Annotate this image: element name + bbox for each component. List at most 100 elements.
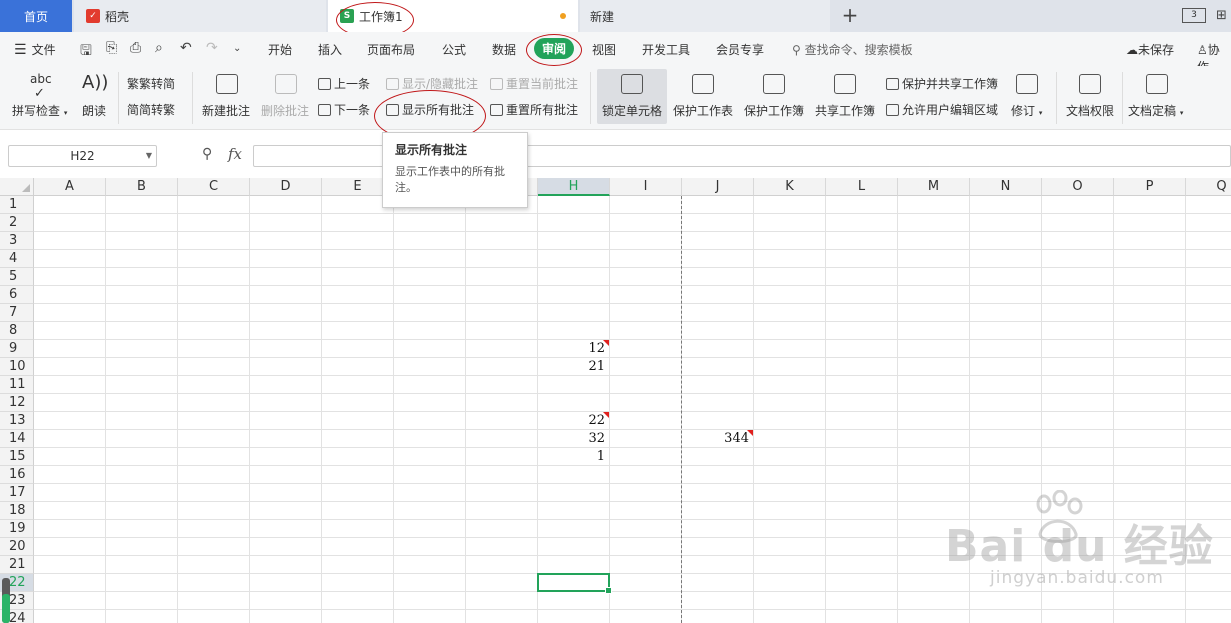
column-header-b[interactable]: B: [106, 178, 178, 196]
column-header-j[interactable]: J: [682, 178, 754, 196]
row-header-6[interactable]: 6: [0, 286, 34, 304]
redo-icon[interactable]: ↷: [206, 40, 218, 56]
tab-daoke[interactable]: ✓ 稻壳: [74, 0, 326, 32]
scroll-handle-active[interactable]: [2, 594, 10, 623]
row-header-19[interactable]: 19: [0, 520, 34, 538]
tab-new[interactable]: 新建: [580, 0, 830, 32]
allow-edit-ranges-button[interactable]: 允许用户编辑区域: [886, 101, 998, 118]
delete-comment-button[interactable]: 删除批注: [261, 102, 309, 119]
revise-button[interactable]: 修订 ▾: [1011, 102, 1042, 119]
menu-review[interactable]: 审阅: [534, 38, 575, 59]
share-workbook-button[interactable]: 共享工作簿: [815, 102, 875, 119]
file-menu[interactable]: ☰ 文件: [14, 41, 56, 58]
row-header-11[interactable]: 11: [0, 376, 34, 394]
column-header-d[interactable]: D: [250, 178, 322, 196]
row-header-4[interactable]: 4: [0, 250, 34, 268]
doc-finalize-button[interactable]: 文档定稿 ▾: [1128, 102, 1183, 119]
simp-to-trad-button[interactable]: 简简转繁: [127, 101, 175, 118]
print-preview-icon[interactable]: ⌕: [155, 40, 163, 56]
comment-indicator-icon[interactable]: [747, 430, 753, 436]
export-icon[interactable]: ⎘: [106, 40, 117, 56]
column-header-l[interactable]: L: [826, 178, 898, 196]
column-header-k[interactable]: K: [754, 178, 826, 196]
menu-page-layout[interactable]: 页面布局: [367, 41, 415, 58]
row-header-2[interactable]: 2: [0, 214, 34, 232]
read-aloud-button[interactable]: 朗读: [82, 102, 106, 119]
row-header-7[interactable]: 7: [0, 304, 34, 322]
prev-comment-button[interactable]: 上一条: [318, 75, 370, 92]
row-header-3[interactable]: 3: [0, 232, 34, 250]
row-header-13[interactable]: 13: [0, 412, 34, 430]
row-header-9[interactable]: 9: [0, 340, 34, 358]
column-header-a[interactable]: A: [34, 178, 106, 196]
row-header-5[interactable]: 5: [0, 268, 34, 286]
grid-apps-icon[interactable]: ⊞: [1216, 8, 1227, 23]
row-header-21[interactable]: 21: [0, 556, 34, 574]
print-icon[interactable]: ⎙: [130, 40, 141, 56]
cell-j14[interactable]: 344: [679, 430, 749, 448]
row-header-8[interactable]: 8: [0, 322, 34, 340]
column-header-n[interactable]: N: [970, 178, 1042, 196]
menu-formulas[interactable]: 公式: [442, 41, 466, 58]
menu-insert[interactable]: 插入: [318, 41, 342, 58]
row-header-15[interactable]: 15: [0, 448, 34, 466]
trad-to-simp-button[interactable]: 繁繁转简: [127, 75, 175, 92]
selected-cell[interactable]: [537, 573, 612, 594]
menu-member[interactable]: 会员专享: [716, 41, 764, 58]
column-header-c[interactable]: C: [178, 178, 250, 196]
column-header-i[interactable]: I: [610, 178, 682, 196]
tab-workbook[interactable]: S 工作簿1: [328, 0, 578, 32]
comment-indicator-icon[interactable]: [603, 412, 609, 418]
column-header-o[interactable]: O: [1042, 178, 1114, 196]
select-all-corner[interactable]: [0, 178, 34, 196]
row-header-10[interactable]: 10: [0, 358, 34, 376]
unsaved-label: 未保存: [1138, 43, 1175, 57]
cell-h14[interactable]: 32: [535, 430, 605, 448]
unsaved-status[interactable]: ☁未保存: [1126, 41, 1174, 58]
add-tab-button[interactable]: +: [840, 5, 860, 25]
comment-indicator-icon[interactable]: [603, 340, 609, 346]
fx-icon[interactable]: fx: [228, 145, 242, 163]
name-box[interactable]: H22 ▼: [8, 145, 157, 167]
protect-and-share-button[interactable]: 保护并共享工作簿: [886, 75, 998, 92]
row-header-12[interactable]: 12: [0, 394, 34, 412]
row-header-16[interactable]: 16: [0, 466, 34, 484]
new-comment-button[interactable]: 新建批注: [202, 102, 250, 119]
reset-current-comment-button[interactable]: 重置当前批注: [490, 75, 578, 92]
menu-developer[interactable]: 开发工具: [642, 41, 690, 58]
save-icon[interactable]: 🖫: [80, 40, 92, 64]
column-header-h[interactable]: H: [538, 178, 610, 196]
column-header-m[interactable]: M: [898, 178, 970, 196]
doc-permission-button[interactable]: 文档权限: [1066, 102, 1114, 119]
doc-finalize-label: 文档定稿: [1128, 104, 1177, 118]
lock-cell-button[interactable]: 锁定单元格: [602, 102, 662, 119]
row-header-18[interactable]: 18: [0, 502, 34, 520]
next-comment-button[interactable]: 下一条: [318, 101, 370, 118]
menu-view[interactable]: 视图: [592, 41, 616, 58]
show-hide-comment-button[interactable]: 显示/隐藏批注: [386, 75, 478, 92]
column-header-p[interactable]: P: [1114, 178, 1186, 196]
command-search[interactable]: ⚲ 查找命令、搜索模板: [792, 41, 913, 58]
cell-h9[interactable]: 12: [535, 340, 605, 358]
show-all-comments-button[interactable]: 显示所有批注: [386, 101, 474, 118]
protect-sheet-button[interactable]: 保护工作表: [673, 102, 733, 119]
column-header-q[interactable]: Q: [1186, 178, 1231, 196]
protect-workbook-button[interactable]: 保护工作簿: [744, 102, 804, 119]
row-header-1[interactable]: 1: [0, 196, 34, 214]
row-header-17[interactable]: 17: [0, 484, 34, 502]
spell-check-button[interactable]: 拼写检查 ▾: [12, 102, 67, 119]
cell-h15[interactable]: 1: [535, 448, 605, 466]
menu-start[interactable]: 开始: [268, 41, 292, 58]
reset-all-comments-button[interactable]: 重置所有批注: [490, 101, 578, 118]
zoom-search-icon[interactable]: ⚲: [202, 146, 212, 162]
quick-access-dropdown-icon[interactable]: ⌄: [233, 43, 241, 54]
cell-h13[interactable]: 22: [535, 412, 605, 430]
window-layout-icon[interactable]: 3: [1182, 8, 1206, 23]
tab-home[interactable]: 首页: [0, 0, 72, 32]
spell-check-icon: abc: [30, 72, 52, 86]
cell-h10[interactable]: 21: [535, 358, 605, 376]
row-header-20[interactable]: 20: [0, 538, 34, 556]
row-header-14[interactable]: 14: [0, 430, 34, 448]
undo-icon[interactable]: ↶: [180, 40, 192, 56]
menu-data[interactable]: 数据: [492, 41, 516, 58]
